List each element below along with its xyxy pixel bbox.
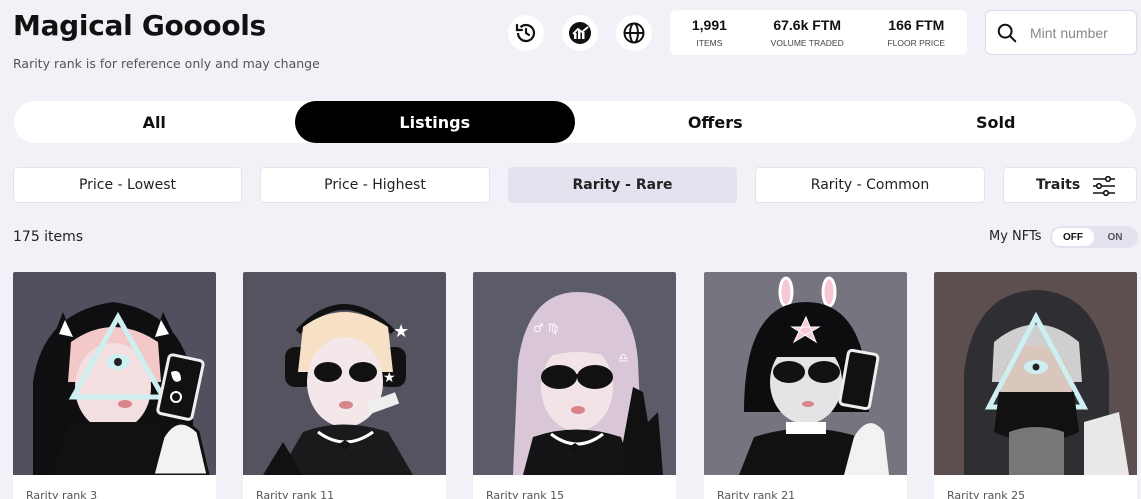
nft-image <box>704 272 907 475</box>
tab-listings[interactable]: Listings <box>294 101 575 143</box>
svg-text:♎: ♎ <box>618 351 629 365</box>
nft-image <box>934 272 1137 475</box>
nft-card[interactable]: Rarity rank 21 <box>704 272 907 499</box>
stat-value: 67.6k FTM <box>773 17 842 33</box>
rarity-rank-label: Rarity rank 11 <box>256 489 335 499</box>
stat-value: 166 FTM <box>888 17 945 33</box>
rarity-rank-label: Rarity rank 21 <box>717 489 796 499</box>
stat-label: FLOOR PRICE <box>887 38 946 48</box>
stat-label: VOLUME TRADED <box>770 38 844 48</box>
rarity-rank-label: Rarity rank 25 <box>947 489 1026 499</box>
svg-text:♂ ♍: ♂ ♍ <box>533 321 558 335</box>
stat-label: ITEMS <box>696 38 723 48</box>
svg-text:★: ★ <box>383 370 396 386</box>
nft-card[interactable]: ★ ★ Rarity rank 11 <box>243 272 446 499</box>
my-nfts-label: My NFTs <box>989 229 1042 244</box>
nft-card[interactable]: ♂ ♍ ♎ Rarity rank 15 <box>473 272 676 499</box>
globe-icon[interactable] <box>616 15 652 51</box>
results-count: 175 items <box>13 229 84 245</box>
tab-offers[interactable]: Offers <box>575 101 856 143</box>
traits-filter-button[interactable]: Traits <box>1003 167 1137 203</box>
sort-price-lowest-button[interactable]: Price - Lowest <box>13 167 242 203</box>
sliders-icon <box>1093 176 1115 196</box>
search-icon <box>997 23 1017 42</box>
chart-icon[interactable] <box>562 15 598 51</box>
nft-card[interactable]: Rarity rank 3 <box>13 272 216 499</box>
nft-card[interactable]: Rarity rank 25 <box>934 272 1137 499</box>
nft-image <box>13 272 216 475</box>
toggle-on-option[interactable]: ON <box>1094 228 1136 246</box>
sort-price-highest-button[interactable]: Price - Highest <box>260 167 490 203</box>
my-nfts-toggle[interactable]: OFF ON <box>1050 226 1138 248</box>
nft-image: ★ ★ <box>243 272 446 475</box>
tab-sold[interactable]: Sold <box>856 101 1137 143</box>
nft-image: ♂ ♍ ♎ <box>473 272 676 475</box>
toggle-off-option[interactable]: OFF <box>1052 228 1094 246</box>
rarity-rank-label: Rarity rank 3 <box>26 489 98 499</box>
mint-search-box[interactable] <box>985 10 1137 55</box>
stat-value: 1,991 <box>691 17 727 33</box>
collection-stats: 1,991 ITEMS 67.6k FTM VOLUME TRADED 166 … <box>670 10 967 55</box>
collection-title: Magical Gooools <box>13 9 266 42</box>
stat-volume: 67.6k FTM VOLUME TRADED <box>771 17 844 48</box>
sort-bar: Price - Lowest Price - Highest Rarity - … <box>13 167 1137 203</box>
listing-tabs: All Listings Offers Sold <box>14 101 1136 143</box>
rarity-disclaimer: Rarity rank is for reference only and ma… <box>13 56 320 71</box>
sort-rarity-rare-button[interactable]: Rarity - Rare <box>508 167 737 203</box>
history-icon[interactable] <box>508 15 544 51</box>
traits-label: Traits <box>1036 177 1081 193</box>
stat-floor-price: 166 FTM FLOOR PRICE <box>887 17 945 48</box>
mint-number-input[interactable] <box>1030 24 1130 41</box>
stat-items: 1,991 ITEMS <box>692 17 727 48</box>
svg-text:★: ★ <box>393 321 409 342</box>
tab-all[interactable]: All <box>14 101 295 143</box>
rarity-rank-label: Rarity rank 15 <box>486 489 565 499</box>
sort-rarity-common-button[interactable]: Rarity - Common <box>755 167 985 203</box>
